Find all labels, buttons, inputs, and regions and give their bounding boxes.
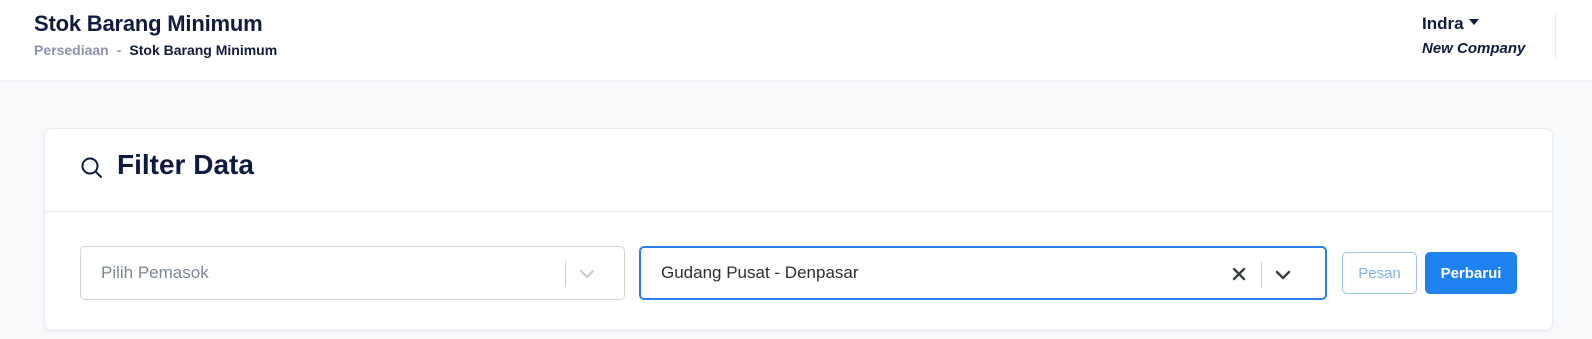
top-header: Stok Barang Minimum Persediaan - Stok Ba… xyxy=(0,0,1592,80)
select-separator xyxy=(565,261,566,287)
chevron-down-icon[interactable] xyxy=(577,264,597,284)
user-menu: Indra New Company xyxy=(1422,14,1525,57)
filter-card-header: Filter Data xyxy=(45,129,1552,212)
warehouse-select-value: Gudang Pusat - Denpasar xyxy=(661,263,859,282)
close-icon[interactable] xyxy=(1229,264,1249,284)
warehouse-select[interactable]: Gudang Pusat - Denpasar xyxy=(639,246,1327,300)
chevron-down-icon[interactable] xyxy=(1273,265,1293,285)
page-title: Stok Barang Minimum xyxy=(34,11,263,36)
breadcrumb-item-current: Stok Barang Minimum xyxy=(129,42,278,58)
breadcrumb-separator: - xyxy=(116,42,122,58)
user-name: Indra xyxy=(1422,14,1464,33)
header-divider xyxy=(1555,14,1556,58)
filter-card-title: Filter Data xyxy=(117,149,254,180)
breadcrumb: Persediaan - Stok Barang Minimum xyxy=(34,42,277,58)
caret-down-icon xyxy=(1468,19,1479,25)
filter-card: Filter Data Pilih Pemasok Gudang Pusat -… xyxy=(44,128,1553,331)
user-menu-toggle[interactable]: Indra xyxy=(1422,14,1525,34)
order-button[interactable]: Pesan xyxy=(1342,252,1417,294)
refresh-button[interactable]: Perbarui xyxy=(1425,252,1517,294)
search-icon xyxy=(81,157,102,178)
company-name: New Company xyxy=(1422,40,1526,57)
supplier-select-placeholder: Pilih Pemasok xyxy=(101,263,209,282)
supplier-select[interactable]: Pilih Pemasok xyxy=(80,246,625,300)
breadcrumb-item-persediaan[interactable]: Persediaan xyxy=(34,42,109,58)
select-separator xyxy=(1261,262,1262,288)
